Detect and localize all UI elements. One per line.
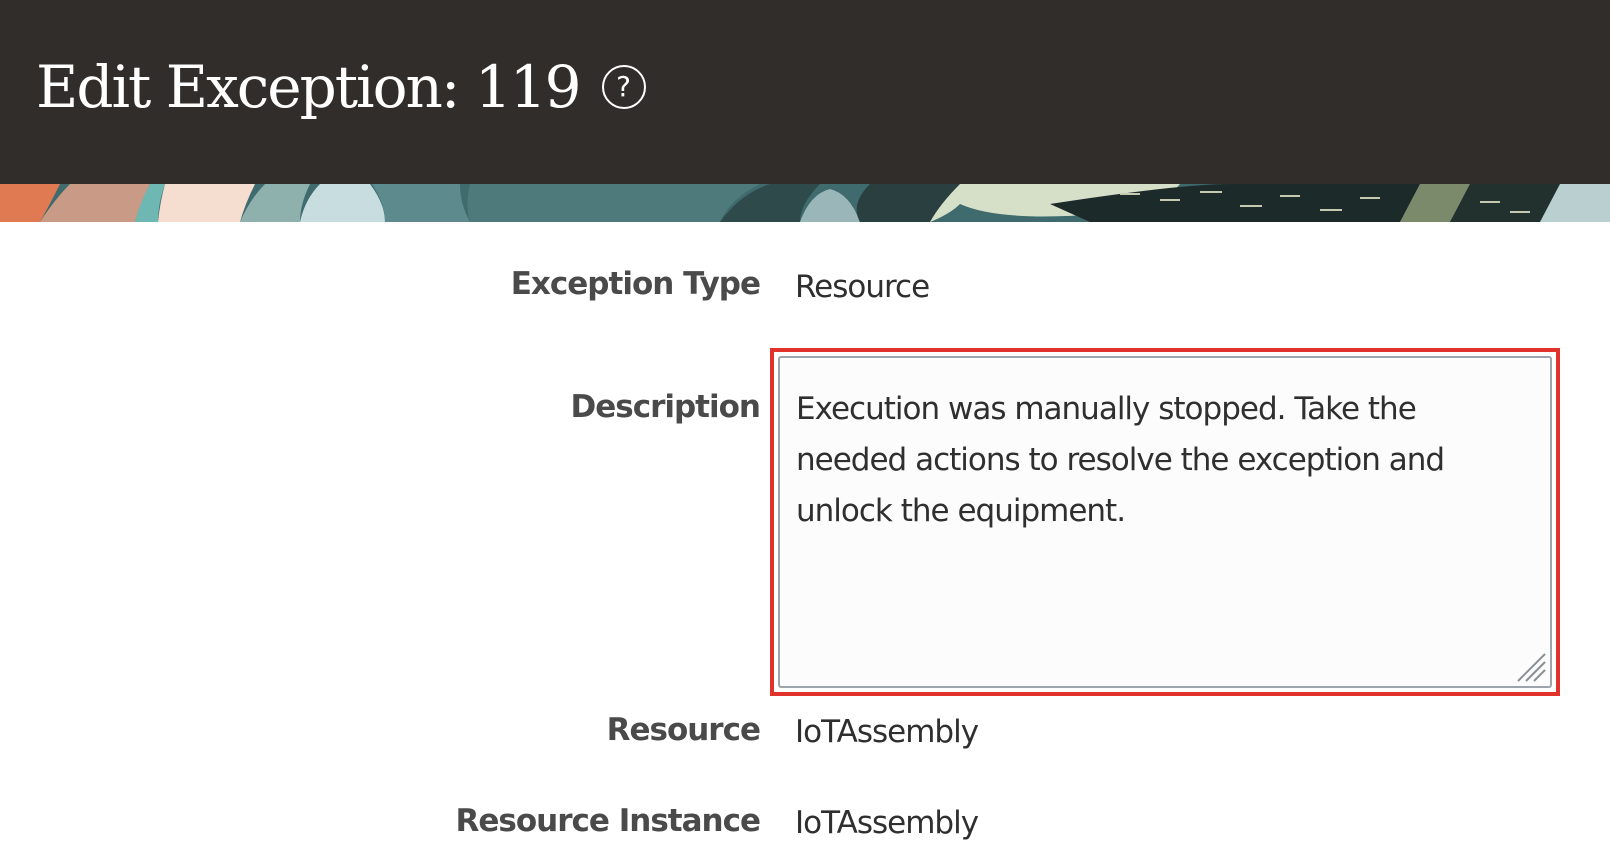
description-text[interactable]: Execution was manually stopped. Take the…: [796, 391, 1445, 529]
resource-instance-label: Resource Instance: [455, 803, 761, 839]
resize-handle-icon[interactable]: [1512, 648, 1546, 682]
decorative-banner: [0, 184, 1610, 222]
description-label: Description: [570, 389, 761, 425]
page-header: Edit Exception: 119 ?: [0, 0, 1610, 184]
help-icon[interactable]: ?: [601, 65, 646, 109]
page: Edit Exception: 119 ? Exception Type Res…: [0, 0, 1610, 860]
title-bar: Edit Exception: 119 ?: [36, 52, 646, 122]
resource-label: Resource: [606, 712, 761, 748]
resource-instance-value: IoTAssembly: [795, 805, 979, 841]
exception-type-value: Resource: [795, 269, 930, 305]
resource-value: IoTAssembly: [795, 714, 979, 750]
banner-artwork: [0, 184, 1610, 222]
description-textarea[interactable]: Execution was manually stopped. Take the…: [778, 356, 1552, 688]
page-title: Edit Exception: 119: [36, 53, 582, 121]
exception-type-label: Exception Type: [510, 266, 761, 302]
